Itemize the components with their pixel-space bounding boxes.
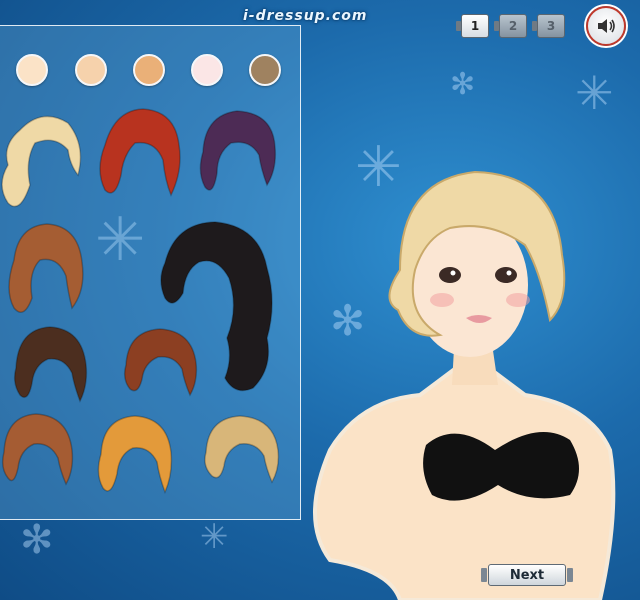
next-button[interactable]: Next xyxy=(481,564,573,586)
skin-tone-swatch-1[interactable] xyxy=(16,54,48,86)
hairstyle-option-2[interactable] xyxy=(95,105,185,215)
hairstyle-option-8[interactable] xyxy=(0,410,75,490)
site-logo[interactable]: i-dressup.com xyxy=(243,8,368,24)
skin-tone-swatch-5[interactable] xyxy=(249,54,281,86)
snowflake-decoration: ✻ xyxy=(20,517,54,563)
hairstyle-option-7[interactable] xyxy=(120,325,200,400)
snowflake-decoration: ✳ xyxy=(575,66,614,120)
hairstyle-option-6[interactable] xyxy=(10,323,90,408)
page-button-3[interactable]: 3 xyxy=(532,14,565,38)
snowflake-decoration: ✳ xyxy=(200,517,229,557)
model-figure xyxy=(313,170,616,600)
skin-tone-swatch-4[interactable] xyxy=(191,54,223,86)
hairstyle-option-4[interactable] xyxy=(2,220,87,325)
speaker-icon xyxy=(598,19,615,33)
hairstyle-option-9[interactable] xyxy=(95,412,175,502)
hairstyle-option-3[interactable] xyxy=(195,107,280,207)
page-selector: 1 2 3 xyxy=(456,13,575,39)
page-button-2[interactable]: 2 xyxy=(494,14,527,38)
page-button-1[interactable]: 1 xyxy=(456,14,489,38)
game-stage: ✳ ✻ ✳ ✻ ✳ ✻ ✳ i-dressup.com 1 2 3 Next xyxy=(0,0,640,600)
skin-tone-swatch-2[interactable] xyxy=(75,54,107,86)
sound-toggle-button[interactable] xyxy=(586,6,626,46)
skin-tone-swatch-3[interactable] xyxy=(133,54,165,86)
snowflake-decoration: ✻ xyxy=(450,67,476,102)
hairstyle-option-1[interactable] xyxy=(0,105,85,220)
